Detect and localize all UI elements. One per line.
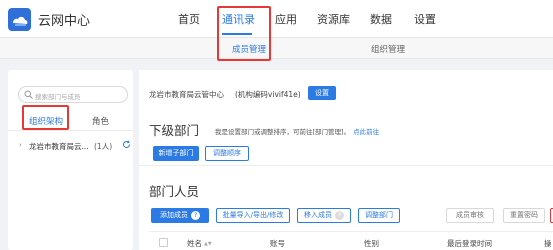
section-divider	[139, 165, 553, 166]
reset-password-button[interactable]: 重置密码	[503, 208, 545, 223]
org-settings-button[interactable]: 设置	[308, 86, 336, 100]
search-input[interactable]: 搜索部门与成员	[18, 86, 128, 103]
help-icon[interactable]: ?	[335, 211, 344, 220]
cloud-logo-icon	[8, 8, 31, 31]
org-name: 龙岩市教育局云管中心	[149, 90, 224, 99]
org-sidebar: 搜索部门与成员 组织架构 角色 › 龙岩市教育局云... (1人)	[8, 70, 133, 250]
column-actions: 操	[544, 239, 552, 248]
hint-text: 我是设置部门或调整排序，可前往[部门管理]。	[215, 128, 351, 136]
top-nav-bar: 云网中心 首页 通讯录 应用 资源库 数据 设置	[0, 0, 553, 38]
main-content: 龙岩市教育局云管中心 (机构编码vivif41e) 设置 下级部门 我是设置部门…	[139, 70, 553, 250]
adjust-order-button[interactable]: 调整顺序	[205, 146, 249, 161]
batch-import-export-button[interactable]: 批量导入/导出/修改	[216, 208, 290, 223]
search-icon	[24, 90, 33, 99]
chevron-right-icon[interactable]: ›	[19, 141, 22, 149]
org-tree-count: (1人)	[94, 142, 113, 151]
column-last-login: 最后登录时间	[447, 239, 492, 248]
members-table-header: 姓名 ▲▼ 账号 性别 最后登录时间 操	[149, 231, 553, 250]
highlight-box-org-structure	[22, 105, 69, 130]
sub-nav-bar: 成员管理 组织管理	[0, 38, 553, 59]
members-title: 部门人员	[149, 184, 200, 199]
brand-title: 云网中心	[38, 14, 91, 29]
nav-data[interactable]: 数据	[370, 11, 392, 27]
subnav-org-management[interactable]: 组织管理	[371, 43, 405, 55]
nav-apps[interactable]: 应用	[275, 11, 297, 27]
select-all-checkbox[interactable]	[159, 238, 168, 247]
hint-link[interactable]: 点此前往	[353, 128, 379, 136]
nav-resources[interactable]: 资源库	[317, 11, 350, 27]
org-code: (机构编码vivif41e)	[235, 90, 301, 99]
column-name[interactable]: 姓名 ▲▼	[187, 238, 212, 249]
move-in-label: 移入成员	[304, 211, 332, 219]
column-gender: 性别	[364, 239, 379, 248]
highlight-box-contacts	[217, 6, 271, 61]
tab-divider	[8, 130, 133, 131]
tab-roles[interactable]: 角色	[92, 115, 109, 127]
nav-home[interactable]: 首页	[178, 11, 200, 27]
add-sub-department-button[interactable]: 新增子部门	[153, 146, 199, 161]
nav-settings[interactable]: 设置	[414, 11, 436, 27]
adjust-department-button[interactable]: 调整部门	[358, 208, 400, 223]
add-member-label: 添加成员	[160, 211, 188, 219]
add-member-button[interactable]: 添加成员?	[151, 208, 209, 223]
help-icon[interactable]: ?	[191, 211, 200, 220]
member-review-button[interactable]: 成员审核	[446, 208, 494, 223]
refresh-icon[interactable]	[122, 140, 131, 149]
sub-departments-hint: 我是设置部门或调整排序，可前往[部门管理]。 点此前往	[215, 126, 379, 136]
sub-departments-title: 下级部门	[149, 123, 200, 138]
org-tree-label: 龙岩市教育局云...	[29, 142, 89, 151]
org-tree-item[interactable]: › 龙岩市教育局云... (1人)	[8, 138, 133, 154]
sort-icon[interactable]: ▲▼	[204, 241, 212, 247]
search-placeholder: 搜索部门与成员	[35, 93, 81, 101]
column-name-label: 姓名	[187, 239, 202, 248]
move-in-member-button[interactable]: 移入成员?	[297, 208, 351, 223]
column-account: 账号	[270, 239, 285, 248]
